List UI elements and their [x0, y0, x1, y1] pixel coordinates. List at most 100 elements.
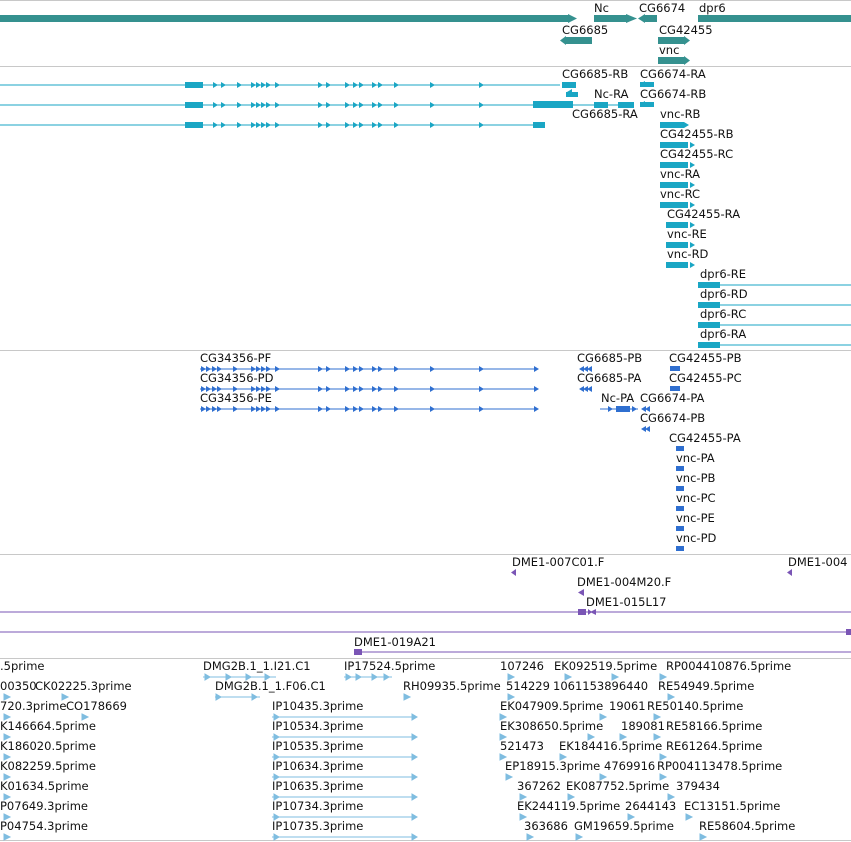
exon-arrow-glyph: [233, 406, 238, 412]
cds-label: Nc-PA: [601, 391, 634, 405]
cds-label: vnc-PA: [676, 451, 715, 465]
exon-arrow-glyph: [378, 102, 383, 108]
est-label: P04754.3prime: [0, 819, 88, 833]
cds-label: CG34356-PE: [200, 391, 272, 405]
clone-label: DME1-019A21: [354, 635, 436, 649]
est-label: K01634.5prime: [0, 779, 89, 793]
exon-arrow-glyph: [237, 82, 242, 88]
clone-label: DME1-004M20.F: [577, 575, 671, 589]
exon-arrow-glyph: [353, 82, 358, 88]
est-label: RP004113478.5prime: [657, 759, 782, 773]
est-label: IP10734.3prime: [272, 799, 363, 813]
exon-arrow-glyph: [479, 102, 484, 108]
est-arrow-glyph: [371, 673, 378, 681]
exon-arrow-glyph: [275, 386, 280, 392]
exon-arrow-glyph: [394, 386, 399, 392]
transcript-label: CG6674-RA: [640, 67, 706, 81]
exon-arrow-glyph: [275, 366, 280, 372]
est-arrow-glyph: [411, 833, 418, 841]
exon-arrow-glyph: [266, 82, 271, 88]
est-arrow-glyph: [3, 833, 12, 841]
exon-arrow-glyph: [275, 122, 280, 128]
exon-arrow-glyph: [345, 366, 350, 372]
exon-arrow-glyph: [256, 122, 261, 128]
est-label: CO178669: [66, 699, 127, 713]
est-arrow-glyph: [526, 833, 535, 841]
exon-arrow-glyph: [206, 406, 211, 412]
cds-label: CG42455-PB: [669, 351, 742, 365]
exon-arrow-glyph: [394, 82, 399, 88]
gene-label: dpr6: [699, 1, 726, 15]
est-arrow-glyph: [411, 713, 418, 721]
est-label: 1061153896440: [553, 679, 648, 693]
transcript-label: CG6674-RB: [640, 87, 706, 101]
transcript-label: CG6685-RA: [572, 107, 638, 121]
gene-feature-nc[interactable]: [594, 14, 637, 23]
est-arrow-glyph: [411, 773, 418, 781]
genome-browser-view: Nc CG6674 dpr6 CG6685 CG42455 vnc CG6685…: [0, 0, 851, 841]
transcript-label: vnc-RE: [667, 227, 707, 241]
cds-label: CG6674-PB: [640, 411, 705, 425]
exon-arrow-glyph: [372, 386, 377, 392]
strand-arrow-glyph: [632, 406, 637, 412]
exon-arrow-glyph: [318, 82, 323, 88]
transcript-feature[interactable]: [0, 82, 576, 88]
exon-arrow-glyph: [266, 122, 271, 128]
est-arrow-glyph: [251, 693, 258, 701]
exon-arrow-glyph: [430, 386, 435, 392]
gene-feature-vnc[interactable]: [658, 56, 690, 65]
cds-track: CG34356-PF CG34356-PD CG34356-PE CG6685-…: [200, 351, 742, 551]
est-label: P07649.3prime: [0, 799, 88, 813]
gene-feature-cg6674[interactable]: [638, 14, 657, 23]
exon-arrow-glyph: [359, 102, 364, 108]
clone-label: DME1-004: [788, 555, 847, 569]
clone-feature-dme1-019a21[interactable]: [354, 649, 851, 655]
est-label: RE58604.5prime: [699, 819, 795, 833]
exon-arrow-glyph: [372, 82, 377, 88]
exon-arrow-glyph: [318, 366, 323, 372]
transcript-feature[interactable]: [0, 122, 545, 128]
est-label: 514229: [506, 679, 550, 693]
exon-arrow-glyph: [378, 386, 383, 392]
exon-arrow-glyph: [237, 122, 242, 128]
exon-arrow-glyph: [261, 102, 266, 108]
exon-arrow-glyph: [359, 406, 364, 412]
est-label: RE61264.5prime: [666, 739, 762, 753]
clone-feature-dme1-015l17[interactable]: [0, 609, 851, 615]
exon-arrow-glyph: [479, 386, 484, 392]
exon-arrow-glyph: [275, 82, 280, 88]
exon-arrow-glyph: [359, 82, 364, 88]
transcript-label: dpr6-RD: [700, 287, 748, 301]
exon-arrow-glyph: [430, 82, 435, 88]
cds-label: CG34356-PF: [200, 351, 271, 365]
est-label: DMG2B.1_1.I21.C1: [203, 659, 311, 673]
est-arrow-glyph: [355, 673, 362, 681]
est-label: 367262: [517, 779, 561, 793]
est-label: GM19659.5prime: [574, 819, 674, 833]
exon-arrow-glyph: [213, 122, 218, 128]
est-label: K146664.5prime: [0, 719, 96, 733]
exon-arrow-glyph: [221, 102, 226, 108]
exon-arrow-glyph: [345, 82, 350, 88]
transcript-label: vnc-RC: [660, 187, 700, 201]
exon-arrow-glyph: [372, 366, 377, 372]
est-label: 363686: [524, 819, 568, 833]
est-arrow-glyph: [699, 833, 708, 841]
cds-label: CG6685-PA: [577, 371, 642, 385]
exon-arrow-glyph: [326, 366, 331, 372]
exon-arrow-glyph: [430, 366, 435, 372]
est-arrow-glyph: [411, 813, 418, 821]
exon-arrow-glyph: [359, 386, 364, 392]
exon-arrow-glyph: [318, 406, 323, 412]
exon-arrow-glyph: [479, 82, 484, 88]
transcript-feature[interactable]: [0, 101, 634, 108]
gene-feature[interactable]: [0, 14, 577, 23]
exon-arrow-glyph: [213, 82, 218, 88]
transcript-label: CG42455-RC: [660, 147, 733, 161]
est-arrow-glyph: [411, 753, 418, 761]
exon-arrow-glyph: [353, 102, 358, 108]
gene-feature-dpr6[interactable]: [698, 15, 851, 22]
gene-feature-cg6685[interactable]: [560, 36, 592, 45]
gene-label: CG6674: [639, 1, 685, 15]
exon-arrow-glyph: [430, 102, 435, 108]
